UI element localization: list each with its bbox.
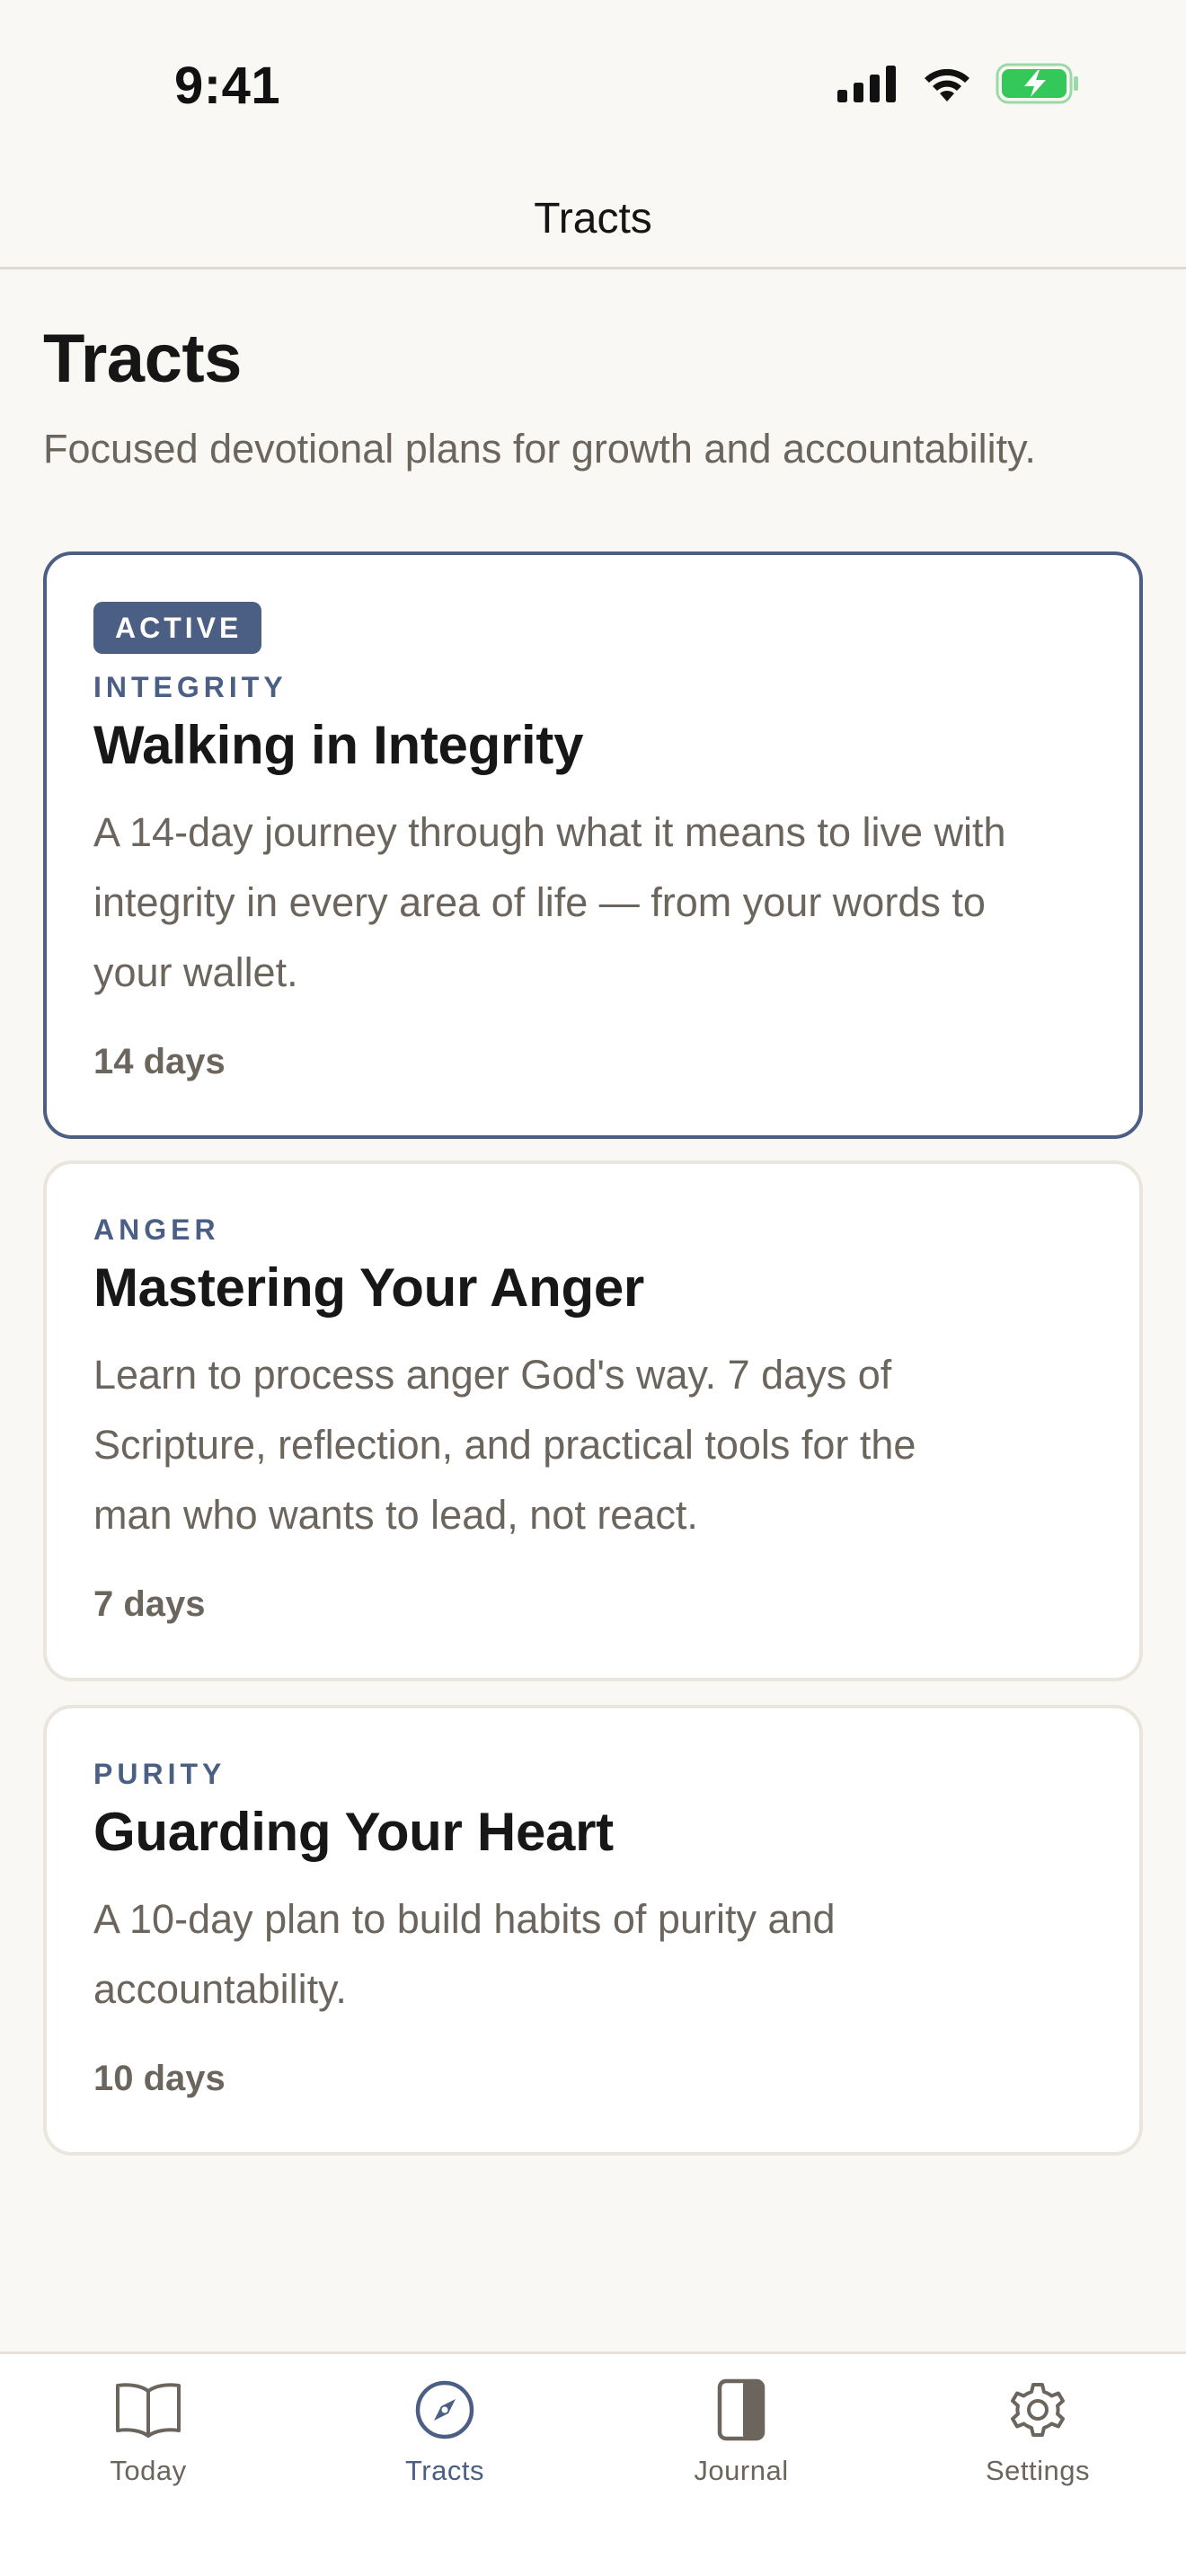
tract-category: INTEGRITY — [93, 671, 288, 703]
tab-settings[interactable]: Settings — [890, 2354, 1186, 2498]
tab-label: Today — [110, 2455, 187, 2486]
tract-title: Walking in Integrity — [93, 715, 584, 775]
status-time: 9:41 — [174, 57, 281, 115]
tract-card-integrity[interactable]: ACTIVE INTEGRITY Walking in Integrity A … — [43, 551, 1143, 1139]
tab-tracts[interactable]: Tracts — [296, 2354, 593, 2498]
compass-icon — [409, 2374, 481, 2446]
status-icons — [837, 63, 1080, 109]
page-title: Tracts — [43, 321, 242, 397]
tract-description-line: accountability. — [93, 1966, 347, 2012]
journal-icon — [705, 2374, 777, 2446]
tab-label: Settings — [985, 2455, 1090, 2486]
book-icon — [112, 2374, 184, 2446]
tract-description: Learn to process anger God's way. 7 days… — [93, 1340, 1100, 1550]
tab-today[interactable]: Today — [0, 2354, 296, 2498]
tab-label: Journal — [694, 2455, 789, 2486]
tract-duration: 7 days — [93, 1584, 206, 1624]
tract-description-line: your wallet. — [93, 949, 298, 995]
wifi-icon — [920, 64, 974, 108]
tract-category: ANGER — [93, 1213, 220, 1246]
page-subtitle: Focused devotional plans for growth and … — [43, 426, 1036, 472]
tract-title: Mastering Your Anger — [93, 1257, 644, 1318]
tract-description-line: man who wants to lead, not react. — [93, 1492, 698, 1538]
tract-category: PURITY — [93, 1758, 226, 1790]
tract-duration: 10 days — [93, 2059, 226, 2098]
tract-description-line: integrity in every area of life — from y… — [93, 879, 986, 925]
tract-description-line: Scripture, reflection, and practical too… — [93, 1422, 916, 1468]
tract-title: Guarding Your Heart — [93, 1802, 614, 1862]
tab-journal[interactable]: Journal — [593, 2354, 890, 2498]
active-badge: ACTIVE — [93, 602, 262, 654]
navigation-bar: Tracts — [0, 171, 1186, 269]
cellular-signal-icon — [837, 65, 898, 107]
battery-charging-icon — [996, 63, 1080, 109]
status-bar: 9:41 — [0, 0, 1186, 171]
tab-label: Tracts — [405, 2455, 484, 2486]
tract-card-purity[interactable]: PURITY Guarding Your Heart A 10-day plan… — [43, 1705, 1143, 2156]
tract-description: A 10-day plan to build habits of purity … — [93, 1884, 1100, 2025]
tract-description: A 14-day journey through what it means t… — [93, 798, 1100, 1008]
tab-bar: Today Tracts Journal Settings — [0, 2351, 1186, 2576]
tract-duration: 14 days — [93, 1042, 226, 1081]
nav-title: Tracts — [534, 195, 652, 243]
gear-icon — [1002, 2374, 1074, 2446]
tract-description-line: Learn to process anger God's way. 7 days… — [93, 1352, 892, 1398]
tract-description-line: A 10-day plan to build habits of purity … — [93, 1896, 836, 1942]
tract-description-line: A 14-day journey through what it means t… — [93, 809, 1006, 855]
tract-card-anger[interactable]: ANGER Mastering Your Anger Learn to proc… — [43, 1160, 1143, 1681]
